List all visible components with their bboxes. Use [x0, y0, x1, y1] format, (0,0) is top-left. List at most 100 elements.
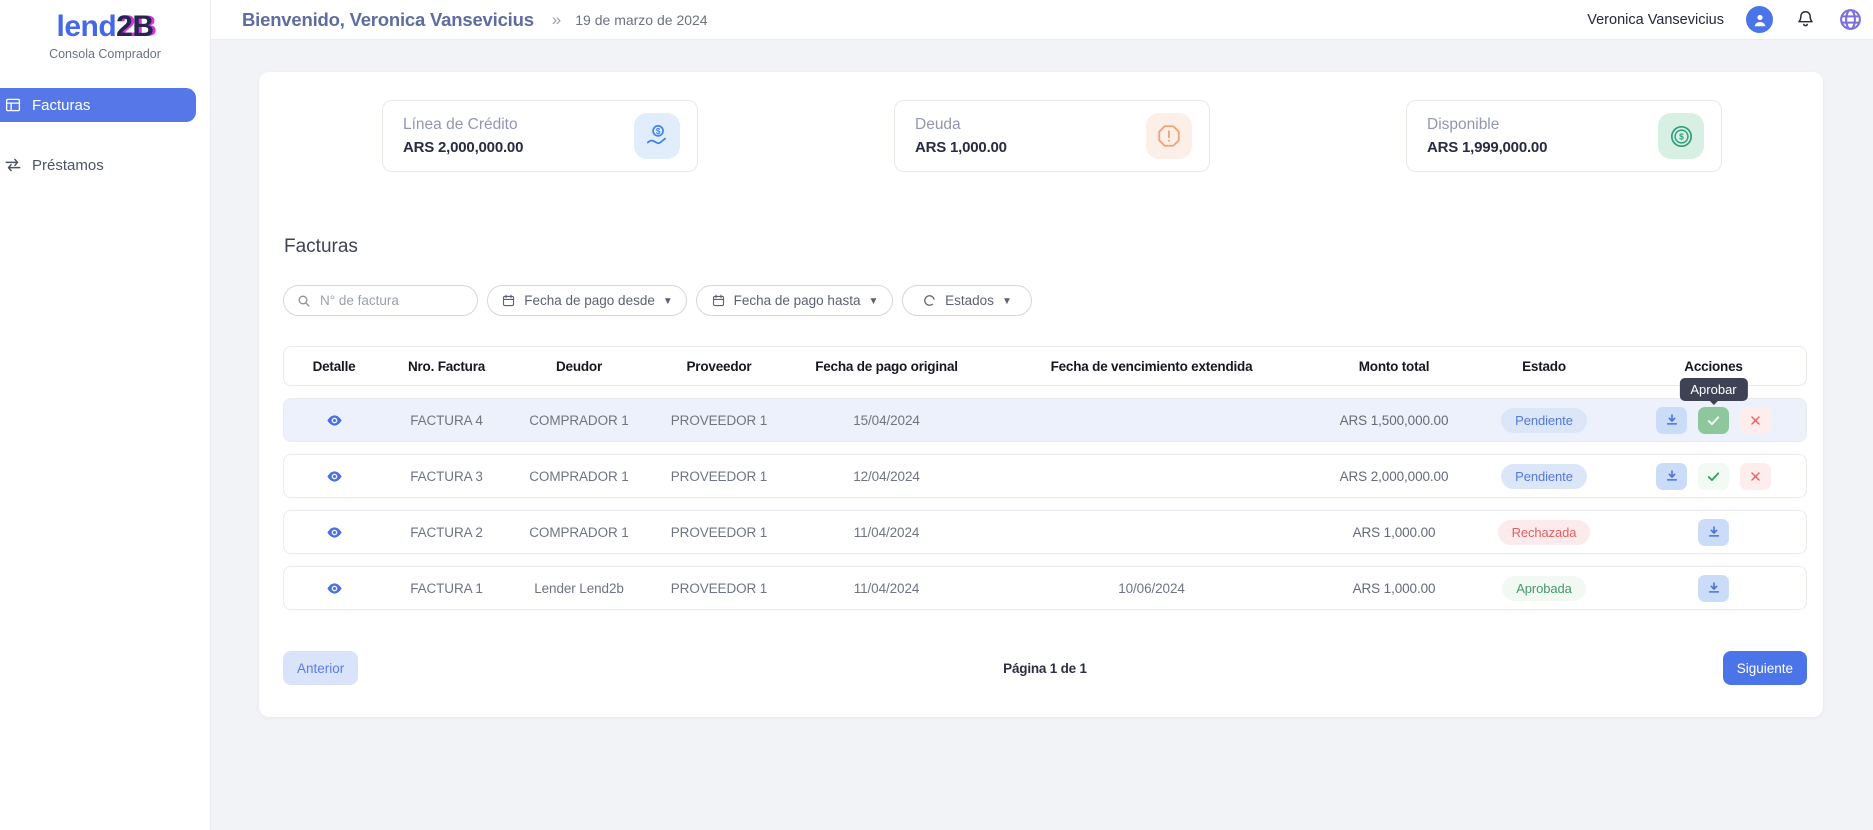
table-row[interactable]: FACTURA 3 COMPRADOR 1 PROVEEDOR 1 12/04/… [283, 454, 1807, 498]
svg-text:$: $ [1679, 131, 1684, 141]
download-button[interactable] [1698, 519, 1729, 546]
stat-card-disponible: Disponible ARS 1,999,000.00 $ [1406, 100, 1722, 172]
column-header-acciones: Acciones [1619, 359, 1808, 374]
cell-monto-total: ARS 1,000.00 [1319, 525, 1469, 540]
view-detail-button[interactable] [326, 412, 343, 429]
filter-fecha-pago-hasta[interactable]: Fecha de pago hasta ▼ [696, 285, 893, 316]
actions-cell [1619, 463, 1808, 490]
stat-value: ARS 2,000,000.00 [403, 139, 523, 156]
cell-deudor: Lender Lend2b [509, 581, 649, 596]
cell-deudor: COMPRADOR 1 [509, 525, 649, 540]
approve-button[interactable]: Aprobar [1698, 407, 1729, 434]
download-button[interactable] [1656, 463, 1687, 490]
next-page-button[interactable]: Siguiente [1723, 651, 1807, 685]
cell-proveedor: PROVEEDOR 1 [649, 525, 789, 540]
sidebar-item-prestamos[interactable]: Préstamos [0, 148, 210, 182]
invoice-search[interactable] [283, 285, 478, 316]
sidebar-item-facturas[interactable]: Facturas [0, 88, 196, 122]
cell-monto-total: ARS 2,000,000.00 [1319, 469, 1469, 484]
filter-fecha-pago-desde[interactable]: Fecha de pago desde ▼ [487, 285, 687, 316]
search-input[interactable] [320, 293, 467, 308]
calendar-icon [501, 293, 516, 308]
user-name: Veronica Vansevicius [1587, 12, 1724, 28]
column-header-fecha-pago-original: Fecha de pago original [789, 359, 984, 374]
search-icon [296, 293, 312, 309]
status-circle-icon [922, 293, 937, 308]
tooltip-aprobar: Aprobar [1679, 378, 1747, 401]
filter-bar: Fecha de pago desde ▼ Fecha de pago hast… [283, 285, 1032, 316]
cell-proveedor: PROVEEDOR 1 [649, 581, 789, 596]
pagination: Página 1 de 1 Anterior Siguiente [283, 651, 1807, 685]
logo-part-lend: lend [56, 10, 116, 43]
cell-nro-factura: FACTURA 4 [384, 413, 509, 428]
table-row[interactable]: FACTURA 1 Lender Lend2b PROVEEDOR 1 11/0… [283, 566, 1807, 610]
download-icon [1664, 412, 1680, 428]
current-date: 19 de marzo de 2024 [575, 12, 707, 28]
section-title: Facturas [284, 236, 358, 258]
console-subtitle: Consola Comprador [0, 47, 210, 61]
svg-text:$: $ [656, 127, 661, 136]
sidebar-item-label: Facturas [32, 97, 90, 114]
reject-button[interactable] [1740, 407, 1771, 434]
header-actions: Veronica Vansevicius [1587, 6, 1863, 33]
coin-icon: $ [1658, 113, 1704, 159]
breadcrumb-separator: » [552, 10, 561, 30]
filter-label: Fecha de pago desde [524, 293, 655, 308]
cell-nro-factura: FACTURA 3 [384, 469, 509, 484]
check-icon [1706, 469, 1721, 484]
stat-card-linea-de-credito: Línea de Crédito ARS 2,000,000.00 $ [382, 100, 698, 172]
sidebar-nav: Facturas Préstamos [0, 88, 210, 182]
actions-cell [1619, 575, 1808, 602]
reject-button[interactable] [1740, 463, 1771, 490]
chevron-down-icon: ▼ [663, 296, 673, 307]
cell-fecha-pago-original: 15/04/2024 [789, 413, 984, 428]
download-button[interactable] [1698, 575, 1729, 602]
actions-cell: Aprobar [1619, 407, 1808, 434]
status-badge: Pendiente [1501, 464, 1587, 489]
check-icon [1706, 413, 1721, 428]
approve-button[interactable] [1698, 463, 1729, 490]
stat-value: ARS 1,999,000.00 [1427, 139, 1547, 156]
stat-label: Disponible [1427, 116, 1547, 134]
cell-fecha-pago-original: 11/04/2024 [789, 581, 984, 596]
notifications-bell-icon[interactable] [1795, 9, 1816, 30]
alert-octagon-icon [1146, 113, 1192, 159]
column-header-nro-factura: Nro. Factura [384, 359, 509, 374]
table-row[interactable]: FACTURA 2 COMPRADOR 1 PROVEEDOR 1 11/04/… [283, 510, 1807, 554]
filter-estados[interactable]: Estados ▼ [902, 285, 1032, 316]
cell-nro-factura: FACTURA 2 [384, 525, 509, 540]
eye-icon [326, 412, 343, 429]
status-badge: Aprobada [1502, 576, 1586, 601]
cell-fecha-pago-original: 11/04/2024 [789, 525, 984, 540]
top-header: Bienvenido, Veronica Vansevicius » 19 de… [211, 0, 1873, 40]
calendar-icon [711, 293, 726, 308]
cell-monto-total: ARS 1,500,000.00 [1319, 413, 1469, 428]
view-detail-button[interactable] [326, 580, 343, 597]
eye-icon [326, 524, 343, 541]
hand-coin-icon: $ [634, 113, 680, 159]
filter-label: Estados [945, 293, 994, 308]
x-icon [1749, 414, 1762, 427]
previous-page-button[interactable]: Anterior [283, 651, 358, 685]
table-header: Detalle Nro. Factura Deudor Proveedor Fe… [283, 346, 1807, 386]
cell-nro-factura: FACTURA 1 [384, 581, 509, 596]
user-avatar[interactable] [1746, 6, 1773, 33]
cell-fecha-vencimiento-extendida: 10/06/2024 [984, 581, 1319, 596]
column-header-proveedor: Proveedor [649, 359, 789, 374]
view-detail-button[interactable] [326, 468, 343, 485]
cell-monto-total: ARS 1,000.00 [1319, 581, 1469, 596]
language-globe-icon[interactable] [1838, 7, 1863, 32]
person-icon [1751, 11, 1769, 29]
view-detail-button[interactable] [326, 524, 343, 541]
download-icon [1706, 580, 1722, 596]
column-header-estado: Estado [1469, 359, 1619, 374]
stat-label: Deuda [915, 116, 1007, 134]
logo-part-2b: 2B [116, 10, 153, 43]
transfer-arrows-icon [4, 156, 22, 174]
download-button[interactable] [1656, 407, 1687, 434]
invoices-table-icon [4, 96, 22, 114]
table-row[interactable]: FACTURA 4 COMPRADOR 1 PROVEEDOR 1 15/04/… [283, 398, 1807, 442]
cell-deudor: COMPRADOR 1 [509, 413, 649, 428]
actions-cell [1619, 519, 1808, 546]
stat-value: ARS 1,000.00 [915, 139, 1007, 156]
